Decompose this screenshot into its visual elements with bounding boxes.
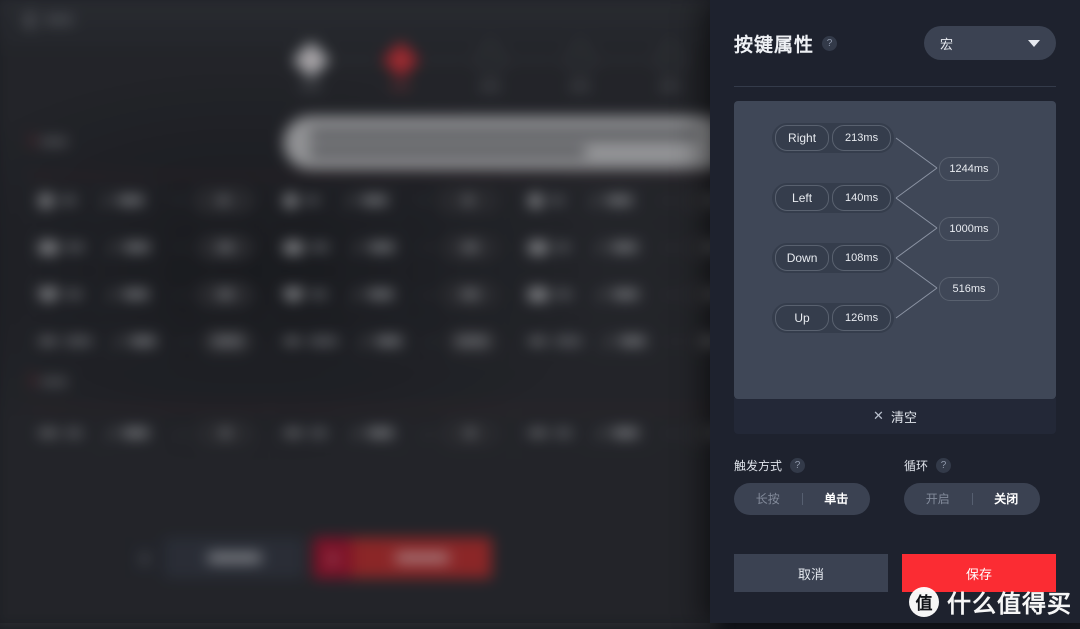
trigger-mode-group: 触发方式 ? 长按 单击	[734, 456, 870, 515]
loop-option-on[interactable]: 开启	[904, 483, 972, 515]
panel-header: 按键属性 ? 宏	[734, 0, 1056, 86]
macro-step-key[interactable]: Left	[775, 185, 830, 211]
macro-step-key[interactable]: Down	[775, 245, 830, 271]
trigger-mode-option-single-click[interactable]: 单击	[803, 483, 871, 515]
macro-step-duration[interactable]: 140ms	[832, 185, 891, 211]
help-icon-loop[interactable]: ?	[936, 457, 952, 473]
mode-select-dropdown[interactable]: 宏	[924, 26, 1056, 60]
macro-step-key[interactable]: Right	[775, 125, 830, 151]
macro-interval-2[interactable]: 516ms	[939, 277, 999, 301]
macro-step-duration[interactable]: 108ms	[832, 245, 891, 271]
trigger-mode-toggle[interactable]: 长按 单击	[734, 483, 870, 515]
macro-step-key[interactable]: Up	[775, 305, 830, 331]
clear-macro-button[interactable]: ✕ 清空	[734, 398, 1056, 434]
panel-footer: 取消 保存	[734, 554, 1056, 592]
macro-interval-1[interactable]: 1000ms	[939, 217, 999, 241]
chevron-down-icon	[1028, 39, 1040, 47]
mode-select-value: 宏	[940, 36, 954, 52]
macro-step-2[interactable]: Down 108ms	[772, 243, 894, 273]
macro-sequence-card: Right 213ms Left 140ms Down 108ms Up 126…	[734, 101, 1056, 399]
key-properties-panel: 按键属性 ? 宏 Right 213ms Left 140ms Down 108…	[710, 0, 1080, 623]
background-dim-overlay	[0, 0, 712, 623]
loop-option-off[interactable]: 关闭	[973, 483, 1041, 515]
close-icon: ✕	[873, 408, 884, 423]
macro-step-0[interactable]: Right 213ms	[772, 123, 894, 153]
loop-label: 循环	[904, 458, 929, 473]
macro-step-duration[interactable]: 213ms	[832, 125, 891, 151]
trigger-mode-option-long-press[interactable]: 长按	[734, 483, 802, 515]
help-icon-title[interactable]: ?	[822, 35, 838, 51]
save-button[interactable]: 保存	[902, 554, 1056, 592]
macro-step-duration[interactable]: 126ms	[832, 305, 891, 331]
header-divider	[734, 86, 1056, 87]
cancel-button[interactable]: 取消	[734, 554, 888, 592]
clear-macro-label: 清空	[890, 409, 917, 425]
macro-interval-0[interactable]: 1244ms	[939, 157, 999, 181]
macro-step-1[interactable]: Left 140ms	[772, 183, 894, 213]
loop-toggle[interactable]: 开启 关闭	[904, 483, 1040, 515]
page-title: 按键属性	[734, 34, 815, 56]
macro-step-3[interactable]: Up 126ms	[772, 303, 894, 333]
trigger-mode-label: 触发方式	[734, 458, 783, 473]
loop-group: 循环 ? 开启 关闭	[904, 456, 1040, 515]
options-row: 触发方式 ? 长按 单击 循环 ? 开启 关闭	[734, 456, 1056, 515]
help-icon-trigger-mode[interactable]: ?	[790, 457, 806, 473]
